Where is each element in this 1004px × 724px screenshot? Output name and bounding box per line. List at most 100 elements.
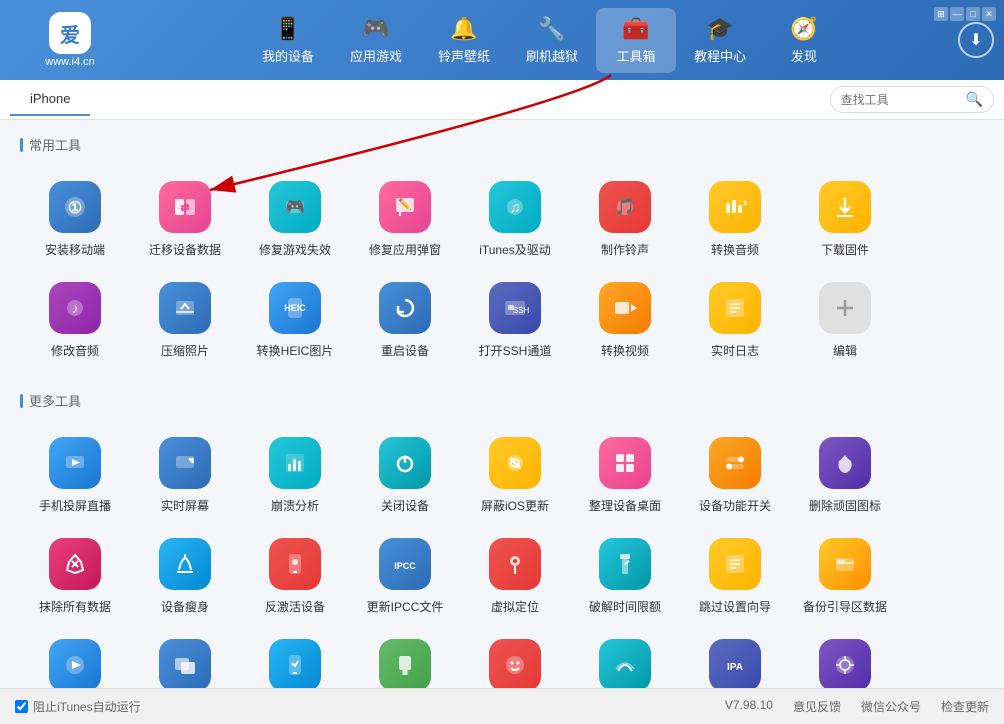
tool-ipa-sign[interactable]: IPA IPA签名 <box>680 627 790 688</box>
svg-text:♫: ♫ <box>510 199 521 215</box>
tool-realtime-screen[interactable]: 实时屏幕 <box>130 425 240 526</box>
ipa-sign-icon: IPA <box>709 639 761 688</box>
tool-realtime-log[interactable]: 实时日志 <box>680 270 790 371</box>
screen-cast-icon <box>49 437 101 489</box>
tool-install-app[interactable]: ① 安装移动端 <box>20 169 130 270</box>
feature-toggle-icon <box>709 437 761 489</box>
fake-location-icon <box>489 538 541 590</box>
bottom-right: V7.98.10 意见反馈 微信公众号 检查更新 <box>725 698 989 715</box>
tool-crash-analysis[interactable]: 崩溃分析 <box>240 425 350 526</box>
window-close-btn[interactable]: ✕ <box>982 7 996 21</box>
tool-fake-location[interactable]: 虚拟定位 <box>460 526 570 627</box>
tool-convert-heic[interactable]: HEIC 转换HEIC图片 <box>240 270 350 371</box>
check-update-link[interactable]: 检查更新 <box>941 698 989 715</box>
tool-itunes[interactable]: ♫ iTunes及驱动 <box>460 169 570 270</box>
tool-recovery-mode[interactable]: 进入恢复模式 <box>240 627 350 688</box>
svg-text:IPCC: IPCC <box>394 561 416 571</box>
tool-virtual-udisk[interactable]: 虚拟U盘 <box>350 627 460 688</box>
recovery-mode-icon <box>269 639 321 688</box>
tool-feature-toggle[interactable]: 设备功能开关 <box>680 425 790 526</box>
tool-screen-cast[interactable]: 手机投屏直播 <box>20 425 130 526</box>
svg-text:♪: ♪ <box>72 300 79 316</box>
logo: 爱 www.i4.cn <box>10 12 130 68</box>
version-label: V7.98.10 <box>725 698 773 715</box>
backup-partition-icon <box>819 538 871 590</box>
shutdown-label: 关闭设备 <box>381 497 429 514</box>
tool-fix-game[interactable]: 🎮 修复游戏失效 <box>240 169 350 270</box>
itunes-icon: ♫ <box>489 181 541 233</box>
tutorial-icon: 🎓 <box>706 16 733 42</box>
nav-toolbox[interactable]: 🧰 工具箱 <box>596 8 676 73</box>
feedback-link[interactable]: 意见反馈 <box>793 698 841 715</box>
tool-slim-device[interactable]: 设备瘦身 <box>130 526 240 627</box>
realtime-log-label: 实时日志 <box>711 342 759 359</box>
toolbox-icon: 🧰 <box>622 16 649 42</box>
nav-jailbreak-label: 刷机越狱 <box>526 46 578 65</box>
logo-text: www.i4.cn <box>45 56 95 68</box>
crash-analysis-label: 崩溃分析 <box>271 497 319 514</box>
tool-backup-partition[interactable]: 备份引导区数据 <box>790 526 900 627</box>
migrate-data-label: 迁移设备数据 <box>149 241 221 258</box>
slim-device-label: 设备瘦身 <box>161 598 209 615</box>
tool-compress-photo[interactable]: 压缩照片 <box>130 270 240 371</box>
modify-audio-label: 修改音频 <box>51 342 99 359</box>
crash-analysis-icon <box>269 437 321 489</box>
block-update-icon <box>489 437 541 489</box>
tool-media-player[interactable]: 爱思播放器 <box>20 627 130 688</box>
tool-convert-audio[interactable]: 转换音频 <box>680 169 790 270</box>
tool-convert-video[interactable]: 转换视频 <box>570 270 680 371</box>
tool-modify-audio[interactable]: ♪ 修改音频 <box>20 270 130 371</box>
block-update-label: 屏蔽iOS更新 <box>481 497 549 514</box>
nav-app-games-label: 应用游戏 <box>350 46 402 65</box>
download-fw-label: 下载固件 <box>821 241 869 258</box>
photo-dedup-icon <box>159 639 211 688</box>
nav-ringtones[interactable]: 🔔 铃声壁纸 <box>420 8 508 73</box>
tool-deactivate[interactable]: 反激活设备 <box>240 526 350 627</box>
tool-shutdown[interactable]: 关闭设备 <box>350 425 460 526</box>
window-min-btn[interactable]: — <box>950 7 964 21</box>
organize-desktop-icon <box>599 437 651 489</box>
app-games-icon: 🎮 <box>362 16 389 42</box>
nav-discover[interactable]: 🧭 发现 <box>764 8 844 73</box>
search-input[interactable] <box>841 93 961 107</box>
device-tab-iphone[interactable]: iPhone <box>10 83 90 116</box>
tool-break-timelimit[interactable]: 破解时间限额 <box>570 526 680 627</box>
svg-text:HEIC: HEIC <box>284 303 306 313</box>
window-max-btn[interactable]: □ <box>966 7 980 21</box>
tool-game-assistant[interactable]: 手游助手 <box>790 627 900 688</box>
tool-block-update[interactable]: 屏蔽iOS更新 <box>460 425 570 526</box>
header: 爱 www.i4.cn 📱 我的设备 🎮 应用游戏 🔔 铃声壁纸 🔧 刷机越狱 … <box>0 0 1004 80</box>
remove-icon-icon <box>819 437 871 489</box>
itunes-checkbox[interactable] <box>15 700 28 713</box>
tool-backup-restore[interactable]: 备份/恢复数据 <box>570 627 680 688</box>
install-app-label: 安装移动端 <box>45 241 105 258</box>
tool-photo-dedup[interactable]: 图片去重 <box>130 627 240 688</box>
convert-audio-icon <box>709 181 761 233</box>
tool-remove-icon[interactable]: 删除顽固图标 <box>790 425 900 526</box>
nav-tutorial-label: 教程中心 <box>694 46 746 65</box>
ssh-tunnel-label: 打开SSH通道 <box>479 342 552 359</box>
tool-emoji-make[interactable]: 表情制作 <box>460 627 570 688</box>
tool-reboot[interactable]: 重启设备 <box>350 270 460 371</box>
wechat-link[interactable]: 微信公众号 <box>861 698 921 715</box>
tool-jump-settings[interactable]: 跳过设置向导 <box>680 526 790 627</box>
tool-organize-desktop[interactable]: 整理设备桌面 <box>570 425 680 526</box>
tool-wipe-data[interactable]: 抹除所有数据 <box>20 526 130 627</box>
nav-tutorial[interactable]: 🎓 教程中心 <box>676 8 764 73</box>
tool-migrate-data[interactable]: ⇄ 迁移设备数据 <box>130 169 240 270</box>
nav-app-games[interactable]: 🎮 应用游戏 <box>332 8 420 73</box>
nav-my-device[interactable]: 📱 我的设备 <box>244 8 332 73</box>
download-fw-icon <box>819 181 871 233</box>
realtime-log-icon <box>709 282 761 334</box>
tool-ssh-tunnel[interactable]: SSH 打开SSH通道 <box>460 270 570 371</box>
discover-icon: 🧭 <box>790 16 817 42</box>
tool-edit[interactable]: 编辑 <box>790 270 900 371</box>
tool-update-ipcc[interactable]: IPCC 更新IPCC文件 <box>350 526 460 627</box>
tool-fix-popup[interactable]: ✏️ 修复应用弹窗 <box>350 169 460 270</box>
update-ipcc-icon: IPCC <box>379 538 431 590</box>
nav-discover-label: 发现 <box>791 46 817 65</box>
tool-download-fw[interactable]: 下载固件 <box>790 169 900 270</box>
tool-ringtone[interactable]: 🎵 制作铃声 <box>570 169 680 270</box>
nav-jailbreak[interactable]: 🔧 刷机越狱 <box>508 8 596 73</box>
search-icon: 🔍 <box>966 91 983 108</box>
